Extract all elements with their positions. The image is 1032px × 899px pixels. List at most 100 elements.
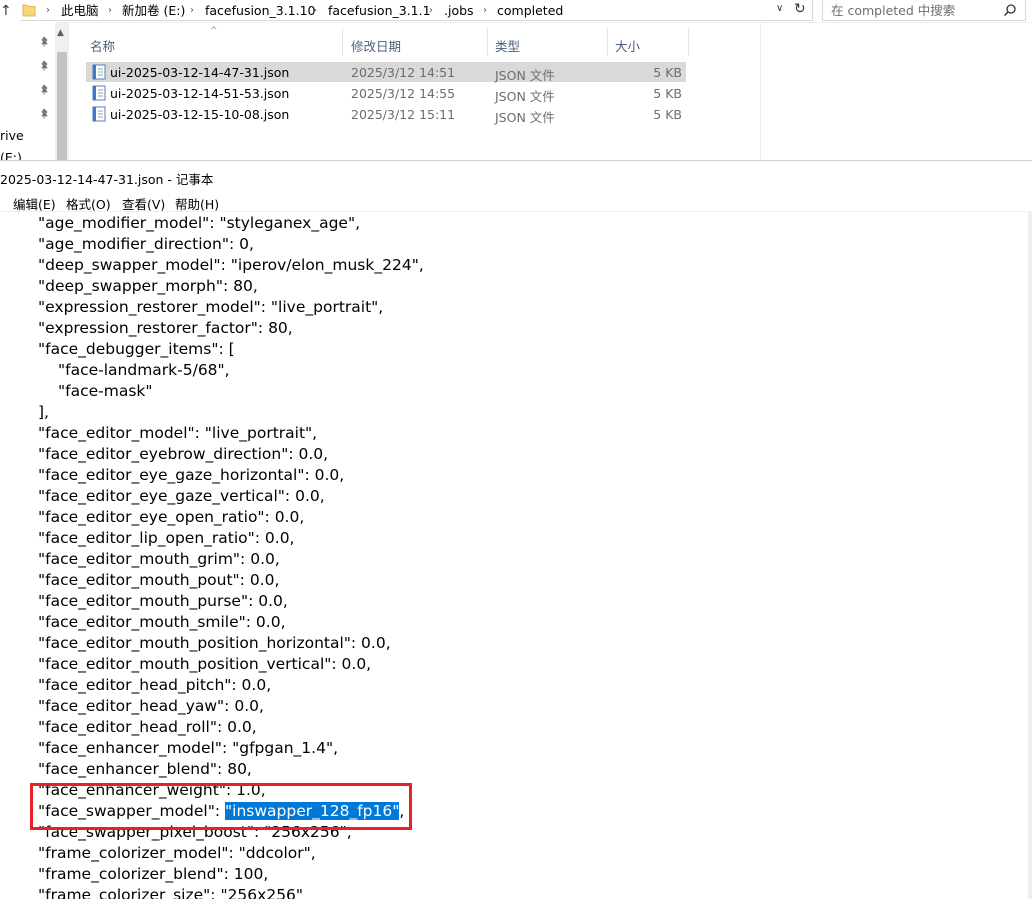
file-type: JSON 文件 <box>495 89 555 104</box>
file-name[interactable]: ui-2025-03-12-14-47-31.json <box>110 65 289 80</box>
file-name[interactable]: ui-2025-03-12-14-51-53.json <box>110 86 289 101</box>
code-line: "expression_restorer_factor": 80, <box>38 318 293 339</box>
code-line-text: "face_editor_eyebrow_direction": 0.0, <box>38 445 329 463</box>
pane-divider <box>760 22 761 160</box>
menu-edit[interactable]: 编辑(E) <box>13 194 56 213</box>
code-line-text: ], <box>38 403 49 421</box>
code-line: "face_editor_eye_gaze_horizontal": 0.0, <box>38 465 344 486</box>
code-line-text: "face_editor_eye_gaze_horizontal": 0.0, <box>38 466 345 484</box>
file-date: 2025/3/12 14:51 <box>351 65 456 80</box>
menu-format[interactable]: 格式(O) <box>66 194 111 213</box>
up-arrow-icon[interactable]: ↑ <box>0 2 12 20</box>
menu-bar: 编辑(E) 格式(O) 查看(V) 帮助(H) <box>0 191 1032 212</box>
code-line: ], <box>38 402 49 423</box>
code-line: "face_editor_head_pitch": 0.0, <box>38 675 271 696</box>
code-line-text: "face_debugger_items": [ <box>38 340 235 358</box>
selected-text[interactable]: "inswapper_128_fp16" <box>225 802 400 820</box>
code-line: "face_editor_eye_gaze_vertical": 0.0, <box>38 486 325 507</box>
search-box[interactable] <box>822 0 1026 21</box>
file-name[interactable]: ui-2025-03-12-15-10-08.json <box>110 107 289 122</box>
search-input[interactable] <box>831 2 1001 18</box>
file-row[interactable]: ui-2025-03-12-14-47-31.json 2025/3/12 14… <box>86 62 686 83</box>
code-line: "frame_colorizer_blend": 100, <box>38 864 268 885</box>
code-line: "face_editor_mouth_smile": 0.0, <box>38 612 286 633</box>
code-line: "face_editor_mouth_position_vertical": 0… <box>38 654 371 675</box>
code-line: "age_modifier_model": "styleganex_age", <box>38 213 360 234</box>
code-line-text: "expression_restorer_factor": 80, <box>38 319 293 337</box>
code-line-text: "face_swapper_model": <box>38 802 226 820</box>
json-file-icon <box>92 106 106 122</box>
pin-icon[interactable] <box>38 108 50 120</box>
pin-icon[interactable] <box>38 60 50 72</box>
code-line: "face_enhancer_model": "gfpgan_1.4", <box>38 738 338 759</box>
code-line-text: "face_editor_mouth_pout": 0.0, <box>38 571 280 589</box>
file-size: 5 KB <box>653 86 682 101</box>
file-size: 5 KB <box>653 107 682 122</box>
column-header-type[interactable]: 类型 <box>495 36 520 55</box>
code-line-text: "frame_colorizer_model": "ddcolor", <box>38 844 316 862</box>
code-line: "expression_restorer_model": "live_portr… <box>38 297 383 318</box>
code-line-text: "face_enhancer_model": "gfpgan_1.4", <box>38 739 339 757</box>
refresh-icon[interactable]: ↻ <box>794 1 806 17</box>
code-line-text: "face_editor_head_pitch": 0.0, <box>38 676 272 694</box>
breadcrumb-facefusion-3-1-10[interactable]: facefusion_3.1.10 <box>205 3 316 19</box>
nav-scrollbar[interactable]: ▲ <box>55 22 69 160</box>
breadcrumb-facefusion-3-1-1[interactable]: facefusion_3.1.1 <box>328 3 431 19</box>
file-list: ^ 名称 修改日期 类型 大小 ui-2025-03-12-14-47-31.j… <box>70 22 1032 160</box>
code-line: "face_debugger_items": [ <box>38 339 235 360</box>
code-line-text: "face_editor_mouth_position_horizontal":… <box>38 634 391 652</box>
code-line-text: "face-mask" <box>58 382 153 400</box>
code-line-text: "face_editor_eye_gaze_vertical": 0.0, <box>38 487 325 505</box>
nav-item-onedrive[interactable]: rive <box>0 128 24 143</box>
column-divider[interactable] <box>607 28 608 56</box>
file-explorer-window: ↑ › 此电脑 › 新加卷 (E:) › facefusion_3.1.10 ›… <box>0 0 1032 165</box>
code-line: "face_editor_eye_open_ratio": 0.0, <box>38 507 304 528</box>
code-line: "frame_colorizer_model": "ddcolor", <box>38 843 316 864</box>
code-line-text: "face_enhancer_weight": 1.0, <box>38 781 266 799</box>
scroll-up-icon[interactable]: ▲ <box>57 28 64 38</box>
pin-icon[interactable] <box>38 36 50 48</box>
code-line-text: "frame_colorizer_blend": 100, <box>38 865 269 883</box>
breadcrumb-jobs[interactable]: .jobs <box>444 3 474 19</box>
text-editor[interactable]: "age_modifier_model": "styleganex_age", "… <box>0 213 1028 899</box>
address-dropdown-icon[interactable]: ∨ <box>776 3 783 14</box>
code-line: "frame_colorizer_size": "256x256" <box>38 885 303 899</box>
code-line: "face-mask" <box>58 381 153 402</box>
column-header-date[interactable]: 修改日期 <box>351 36 401 55</box>
file-type: JSON 文件 <box>495 110 555 125</box>
menu-help[interactable]: 帮助(H) <box>175 194 219 213</box>
breadcrumb-completed[interactable]: completed <box>497 3 563 19</box>
code-line-text: "face_editor_eye_open_ratio": 0.0, <box>38 508 305 526</box>
code-line-suffix: , <box>399 802 405 820</box>
code-line-text: "deep_swapper_model": "iperov/elon_musk_… <box>38 256 424 274</box>
breadcrumb-this-pc[interactable]: 此电脑 <box>61 3 99 19</box>
code-line: "deep_swapper_morph": 80, <box>38 276 258 297</box>
code-line: "face_enhancer_weight": 1.0, <box>38 780 266 801</box>
column-header-size[interactable]: 大小 <box>615 36 640 55</box>
code-line-text: "expression_restorer_model": "live_portr… <box>38 298 384 316</box>
menu-view[interactable]: 查看(V) <box>122 194 165 213</box>
column-header-name[interactable]: 名称 <box>90 36 115 55</box>
json-file-icon <box>92 85 106 101</box>
sort-ascending-icon: ^ <box>210 26 218 36</box>
code-line: "face_editor_mouth_pout": 0.0, <box>38 570 279 591</box>
column-divider[interactable] <box>342 28 343 56</box>
code-line: "age_modifier_direction": 0, <box>38 234 254 255</box>
column-divider[interactable] <box>487 28 488 56</box>
code-line-text: "face-landmark-5/68", <box>58 361 230 379</box>
file-size: 5 KB <box>653 65 682 80</box>
code-line-text: "face_editor_mouth_smile": 0.0, <box>38 613 286 631</box>
search-icon[interactable] <box>1003 3 1017 17</box>
code-line-text: "deep_swapper_morph": 80, <box>38 277 258 295</box>
file-row[interactable]: ui-2025-03-12-14-51-53.json 2025/3/12 14… <box>86 83 686 104</box>
nav-scroll-thumb[interactable] <box>57 52 67 160</box>
column-divider[interactable] <box>688 28 689 56</box>
file-date: 2025/3/12 15:11 <box>351 107 456 122</box>
file-row[interactable]: ui-2025-03-12-15-10-08.json 2025/3/12 15… <box>86 104 686 125</box>
breadcrumb-drive-e[interactable]: 新加卷 (E:) <box>122 3 185 19</box>
code-line-text: "face_editor_head_roll": 0.0, <box>38 718 257 736</box>
pin-icon[interactable] <box>38 84 50 96</box>
code-line: "face_editor_eyebrow_direction": 0.0, <box>38 444 328 465</box>
editor-scrollbar[interactable] <box>1028 211 1032 899</box>
breadcrumb-separator-icon: › <box>429 5 433 16</box>
